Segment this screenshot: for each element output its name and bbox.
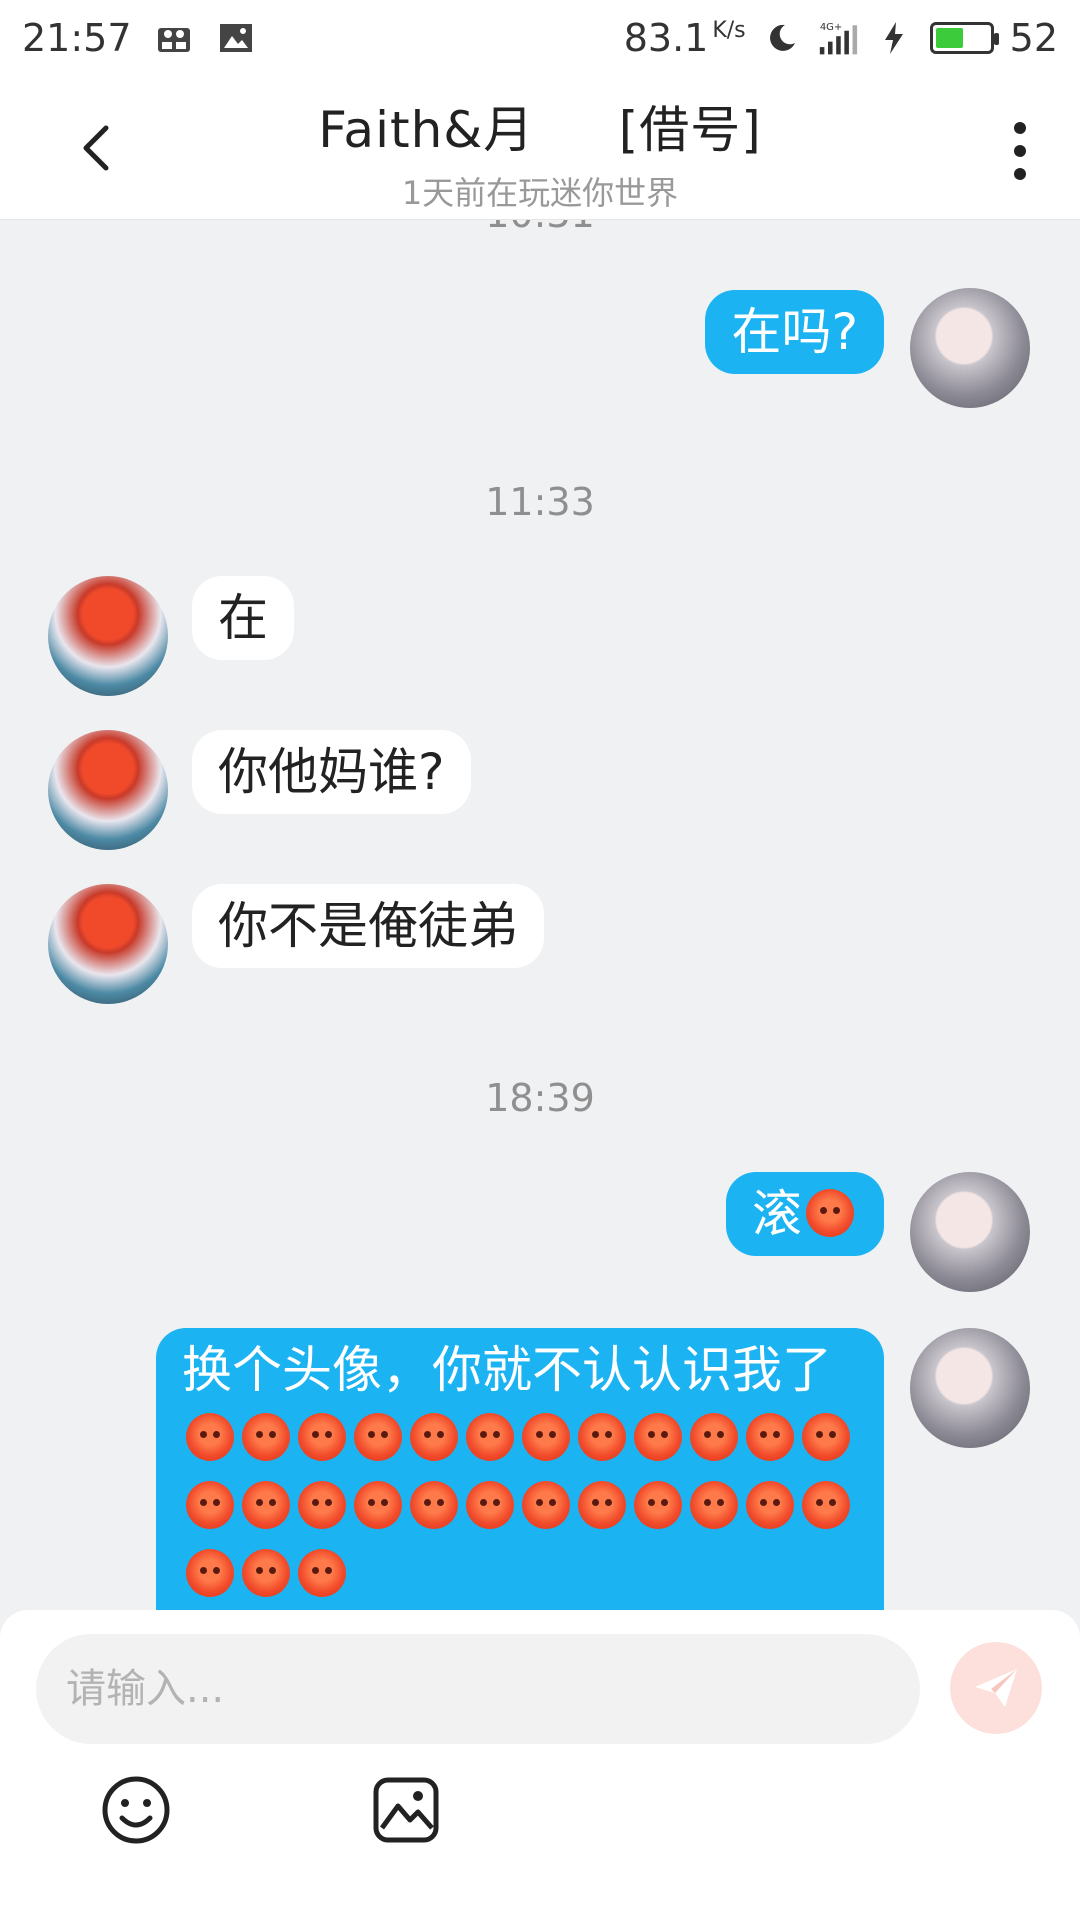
angry-face-emoji-icon <box>522 1481 570 1529</box>
message-bubble-incoming[interactable]: 你不是俺徒弟 <box>192 884 544 968</box>
angry-face-emoji-icon <box>802 1481 850 1529</box>
angry-face-emoji-icon <box>522 1413 570 1461</box>
message-bubble-outgoing[interactable]: 在吗? <box>705 290 884 374</box>
do-not-disturb-icon <box>762 18 802 58</box>
emoji-button[interactable] <box>96 1770 176 1850</box>
angry-face-emoji-icon <box>186 1413 234 1461</box>
angry-face-emoji-icon <box>746 1481 794 1529</box>
angry-face-emoji-icon <box>186 1481 234 1529</box>
message-bubble-outgoing[interactable]: 换个头像，你就不认认识我了 <box>156 1328 884 1610</box>
angry-face-emoji-run <box>182 1409 854 1603</box>
send-button[interactable] <box>950 1642 1042 1734</box>
message-bubble-outgoing[interactable]: 滚 <box>726 1172 884 1256</box>
input-area <box>0 1610 1080 1920</box>
angry-face-emoji-icon <box>690 1413 738 1461</box>
angry-face-emoji-icon <box>242 1413 290 1461</box>
more-options-button[interactable] <box>1000 116 1040 186</box>
contact-name: Faith&月 [借号] <box>318 101 762 159</box>
image-button[interactable] <box>366 1770 446 1850</box>
angry-face-emoji-icon <box>634 1413 682 1461</box>
network-speed: 83.1 K/s <box>623 16 746 60</box>
friend-avatar[interactable] <box>48 884 168 1004</box>
angry-face-emoji-icon <box>634 1481 682 1529</box>
message-text: 滚 <box>752 1185 802 1243</box>
paper-plane-icon <box>975 1669 1017 1707</box>
angry-face-emoji-icon <box>410 1481 458 1529</box>
message-input[interactable] <box>36 1634 920 1744</box>
friend-avatar[interactable] <box>48 576 168 696</box>
more-dots-icon <box>1014 122 1026 134</box>
angry-face-emoji-icon <box>690 1481 738 1529</box>
status-time: 21:57 <box>22 16 132 60</box>
gallery-icon <box>216 18 256 58</box>
angry-face-emoji-icon <box>354 1481 402 1529</box>
my-avatar[interactable] <box>910 288 1030 408</box>
angry-face-emoji-icon <box>746 1413 794 1461</box>
angry-face-emoji-icon <box>410 1413 458 1461</box>
message-text: 换个头像，你就不认认识我了 <box>182 1341 832 1399</box>
angry-face-emoji-icon <box>298 1413 346 1461</box>
angry-face-emoji-icon <box>806 1189 854 1237</box>
angry-face-emoji-icon <box>578 1481 626 1529</box>
angry-face-emoji-icon <box>466 1481 514 1529</box>
signal-4g-icon: 4G+ <box>818 18 858 58</box>
message-bubble-incoming[interactable]: 在 <box>192 576 294 660</box>
video-app-icon <box>154 18 194 58</box>
battery-icon <box>929 22 999 54</box>
my-avatar[interactable] <box>910 1328 1030 1448</box>
angry-face-emoji-icon <box>354 1413 402 1461</box>
message-bubble-incoming[interactable]: 你他妈谁? <box>192 730 471 814</box>
angry-face-emoji-icon <box>298 1549 346 1597</box>
image-icon <box>373 1777 439 1843</box>
charging-icon <box>874 18 914 58</box>
angry-face-emoji-icon <box>802 1413 850 1461</box>
angry-face-emoji-icon <box>298 1481 346 1529</box>
status-bar: 21:57 83.1 K/s 4G+ 52 <box>0 0 1080 76</box>
angry-face-emoji-icon <box>578 1413 626 1461</box>
contact-status: 1天前在玩迷你世界 <box>401 174 679 212</box>
chat-header: Faith&月 [借号] 1天前在玩迷你世界 <box>0 76 1080 220</box>
angry-face-emoji-icon <box>466 1413 514 1461</box>
svg-text:4G+: 4G+ <box>819 22 842 33</box>
message-timestamp: 11:33 <box>485 480 595 524</box>
my-avatar[interactable] <box>910 1172 1030 1292</box>
angry-face-emoji-icon <box>242 1549 290 1597</box>
angry-face-emoji-icon <box>242 1481 290 1529</box>
message-timestamp: 18:39 <box>485 1076 595 1120</box>
angry-face-emoji-icon <box>186 1549 234 1597</box>
chat-list[interactable]: 10:31 在吗? 11:33 在 你他妈谁? 你不是俺徒弟 18:39 滚 换… <box>0 220 1080 1610</box>
friend-avatar[interactable] <box>48 730 168 850</box>
battery-percent: 52 <box>1009 16 1058 60</box>
smiley-icon <box>102 1776 170 1844</box>
message-timestamp: 10:31 <box>0 220 1080 236</box>
